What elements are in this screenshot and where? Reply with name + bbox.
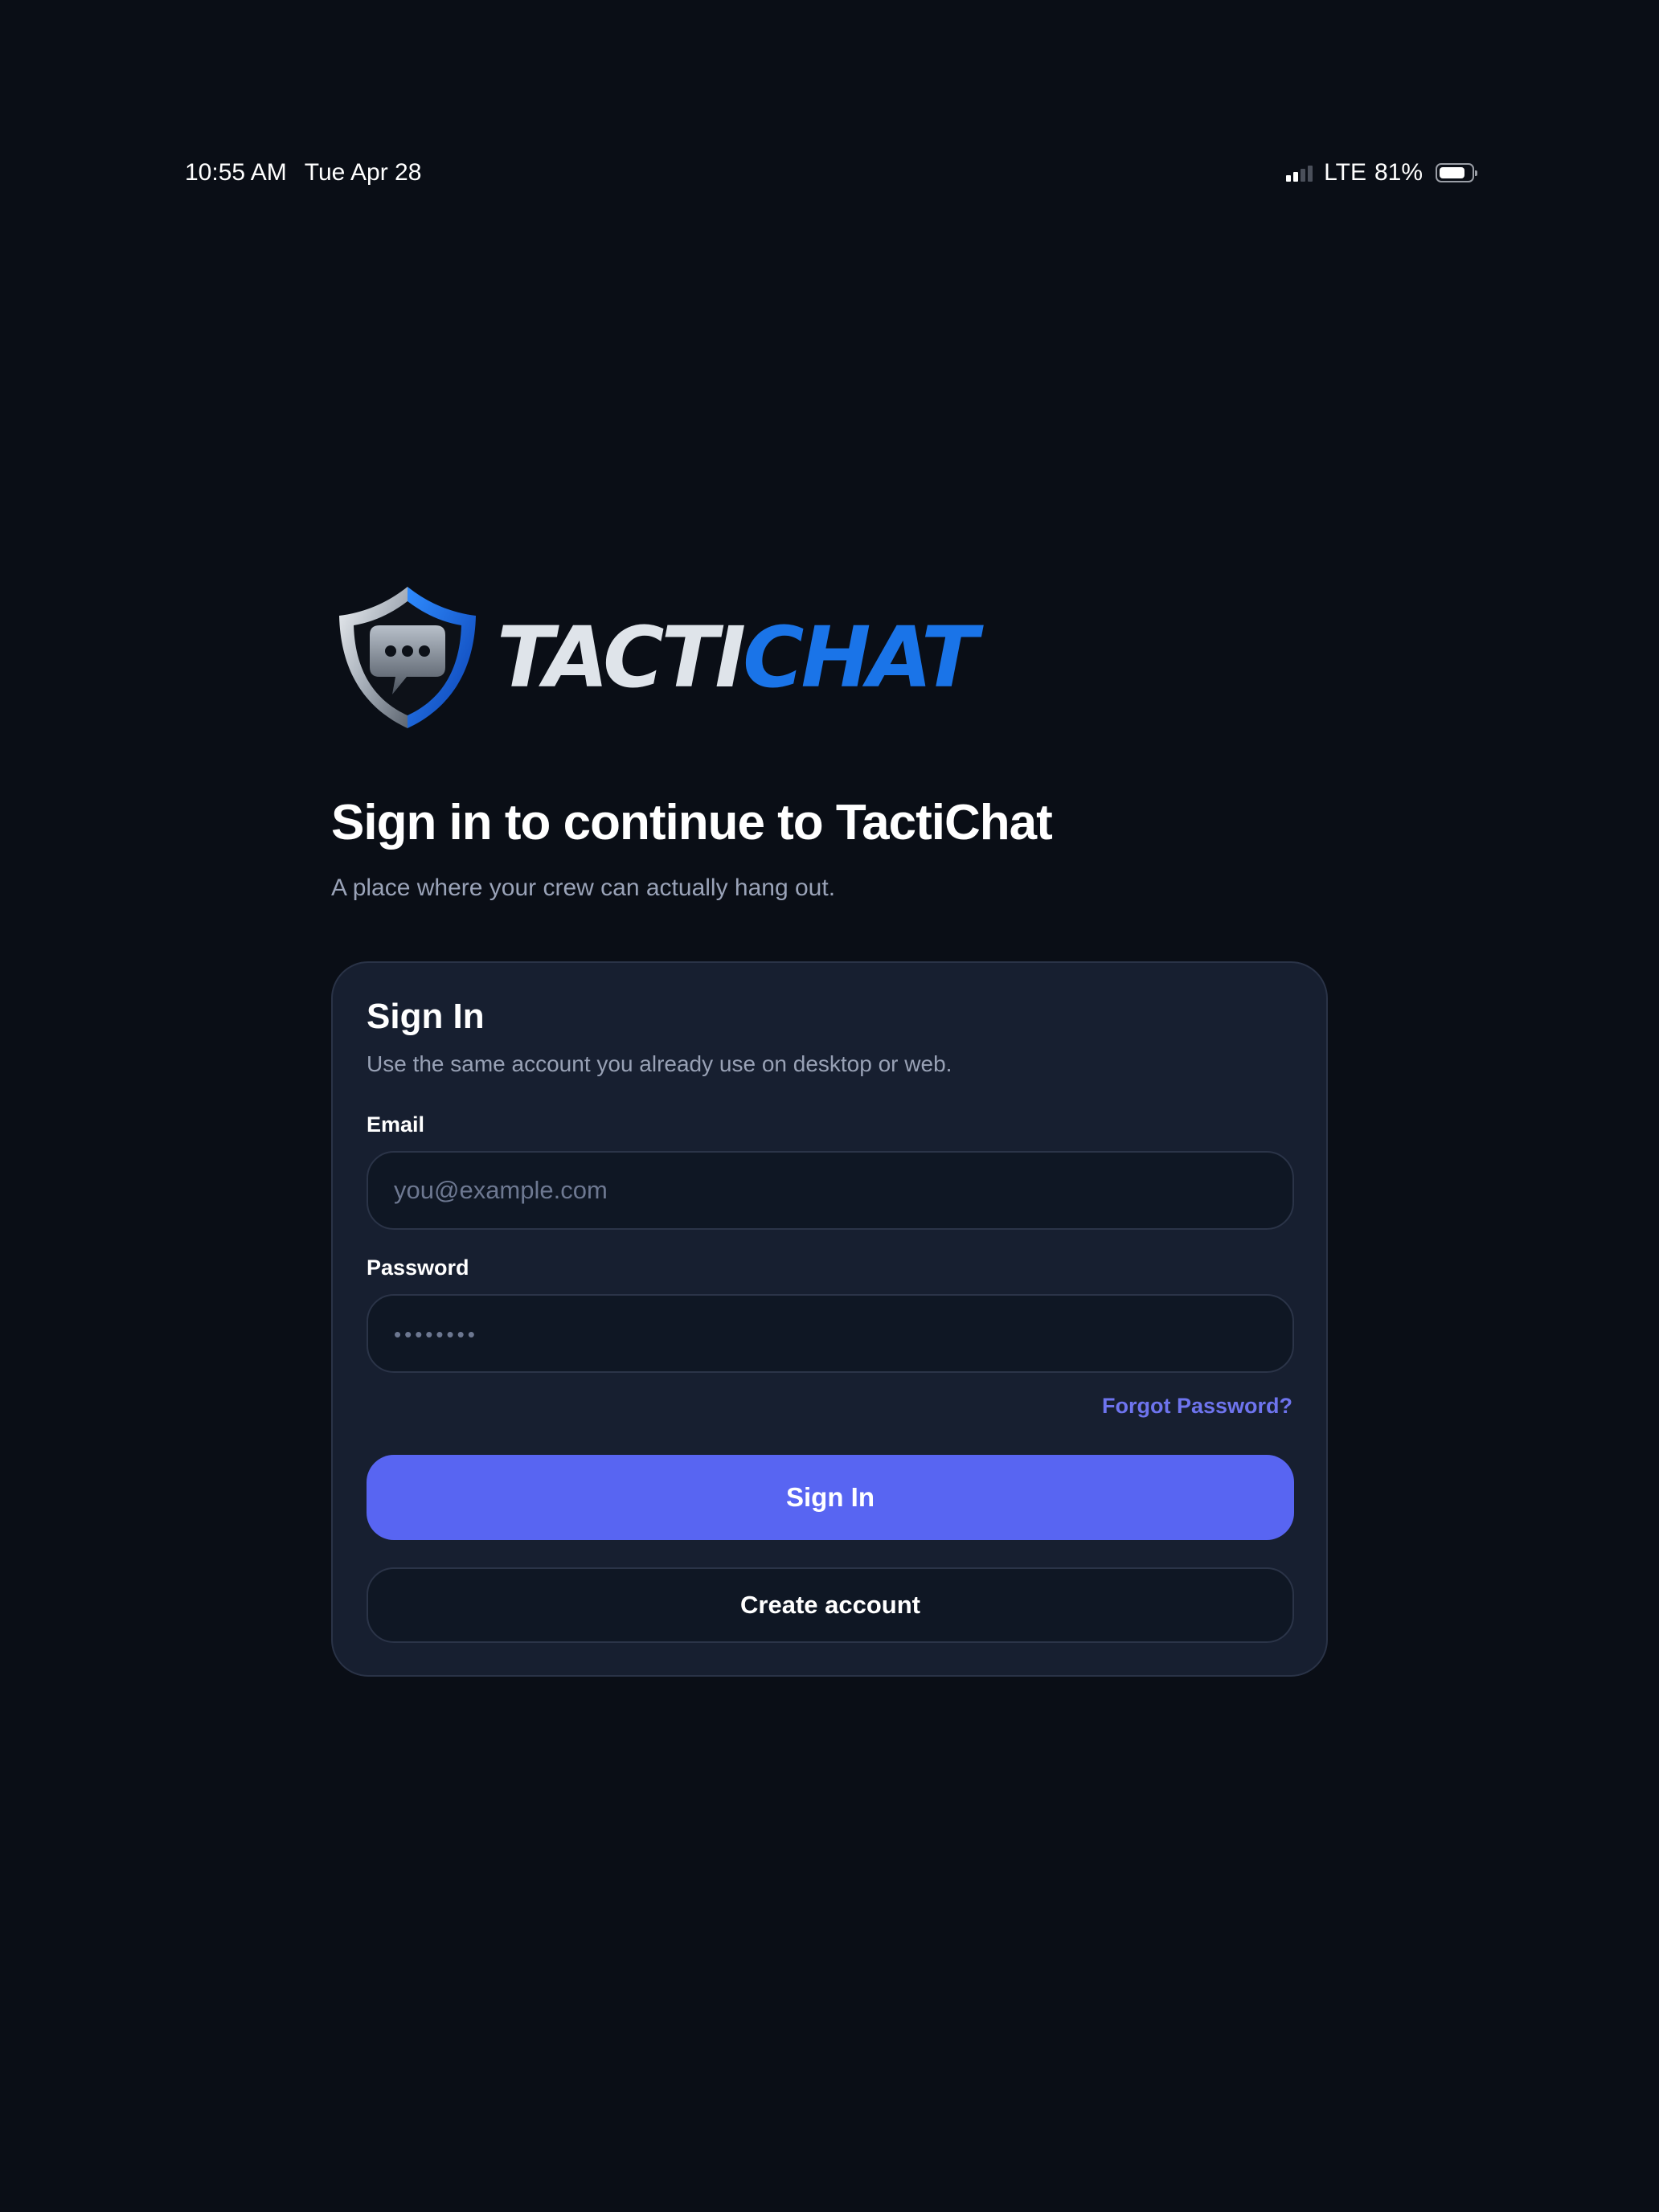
page-subtitle: A place where your crew can actually han… (331, 875, 836, 901)
shield-chat-icon (339, 587, 476, 728)
sign-in-button[interactable]: Sign In (367, 1455, 1294, 1540)
status-bar: 10:55 AM Tue Apr 28 LTE 81% (185, 153, 1477, 193)
battery-percent: 81% (1374, 159, 1423, 186)
status-left: 10:55 AM Tue Apr 28 (185, 159, 421, 186)
signal-strength-icon (1286, 164, 1313, 182)
password-label: Password (367, 1256, 469, 1280)
battery-tip (1475, 170, 1477, 176)
app-logo: TACTI CHAT (333, 584, 978, 731)
card-subtitle: Use the same account you already use on … (367, 1051, 952, 1076)
logo-text-tacti: TACTI (497, 608, 746, 707)
login-screen: 10:55 AM Tue Apr 28 LTE 81% TACTI CHAT S… (0, 0, 1659, 2212)
forgot-password-link[interactable]: Forgot Password? (1102, 1394, 1292, 1419)
status-right: LTE 81% (1286, 159, 1477, 186)
network-type: LTE (1324, 159, 1366, 186)
app-logo-wordmark: TACTI CHAT (497, 608, 978, 707)
page-title: Sign in to continue to TactiChat (331, 795, 1053, 850)
sign-in-card: Sign In Use the same account you already… (331, 961, 1328, 1677)
battery-fill (1440, 167, 1464, 178)
create-account-button[interactable]: Create account (367, 1567, 1294, 1643)
card-title: Sign In (367, 997, 485, 1036)
password-field[interactable] (367, 1294, 1294, 1373)
status-time: 10:55 AM (185, 159, 287, 186)
email-field[interactable] (367, 1151, 1294, 1230)
status-date: Tue Apr 28 (304, 159, 422, 186)
email-label: Email (367, 1112, 425, 1137)
logo-text-chat: CHAT (743, 608, 978, 707)
battery-icon (1436, 163, 1477, 182)
